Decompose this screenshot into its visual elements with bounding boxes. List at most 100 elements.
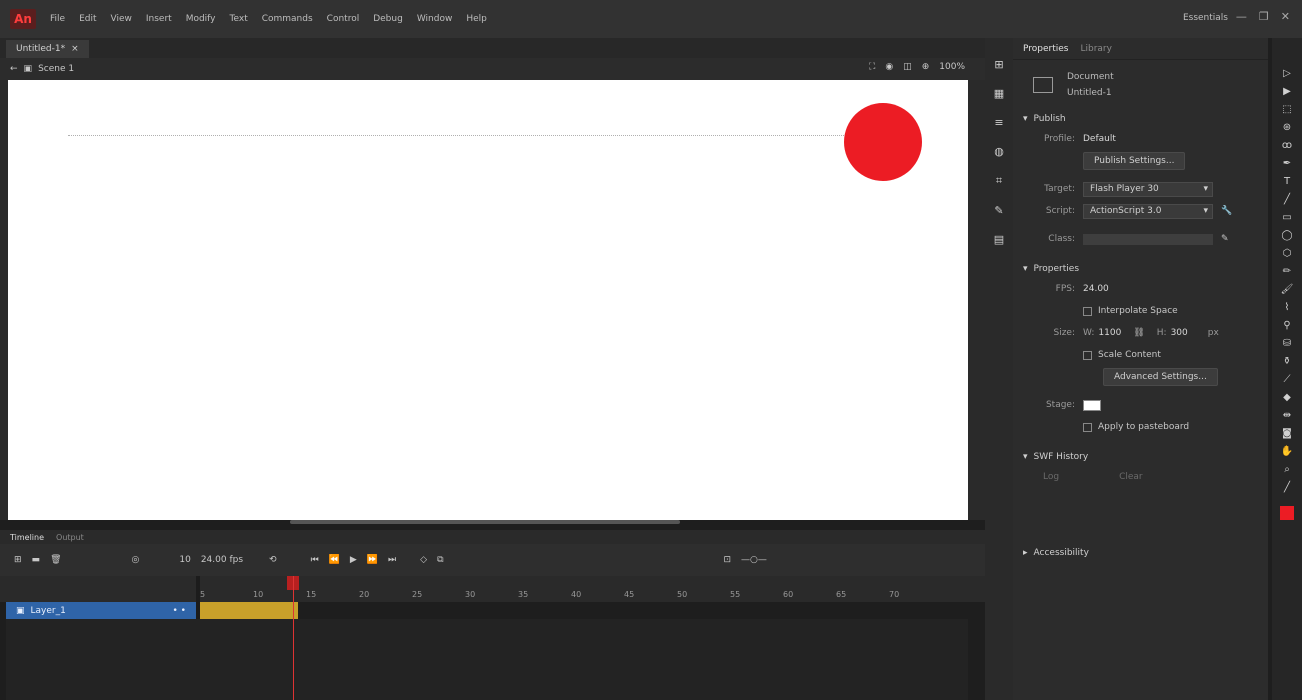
last-frame-icon[interactable]: ⏭: [388, 555, 396, 565]
tab-output[interactable]: Output: [56, 533, 84, 542]
frame-options-icon[interactable]: ⧉: [437, 555, 443, 565]
stage-color-swatch[interactable]: [1083, 399, 1101, 411]
width-tool-icon[interactable]: ⇹: [1283, 410, 1291, 421]
selection-tool-icon[interactable]: ▷: [1283, 68, 1291, 79]
menu-insert[interactable]: Insert: [146, 14, 172, 24]
frame-span[interactable]: [200, 602, 298, 619]
publish-settings-button[interactable]: Publish Settings...: [1083, 152, 1186, 170]
free-transform-icon[interactable]: ⬚: [1282, 104, 1291, 115]
components-icon[interactable]: ✎: [994, 204, 1003, 217]
fps-value[interactable]: 24.00: [1083, 284, 1109, 294]
ink-bottle-icon[interactable]: ⚱: [1283, 356, 1291, 367]
camera-tool-icon[interactable]: ◙: [1282, 428, 1292, 439]
timeline-ruler[interactable]: 5 10 15 20 25 30 35 40 45 50 55 60 65 70: [0, 576, 985, 602]
scene-breadcrumb[interactable]: ← ▣ Scene 1: [10, 64, 74, 74]
zoom-tool-icon[interactable]: ⌕: [1284, 464, 1290, 475]
first-frame-icon[interactable]: ⏮: [311, 555, 319, 565]
hand-tool-icon[interactable]: ✋: [1281, 446, 1293, 457]
fill-color-swatch[interactable]: [1280, 506, 1294, 520]
tab-timeline[interactable]: Timeline: [10, 533, 44, 542]
menu-window[interactable]: Window: [417, 14, 453, 24]
clip-stage-icon[interactable]: ◫: [903, 62, 912, 72]
layer-name[interactable]: Layer_1: [31, 606, 66, 616]
new-layer-icon[interactable]: ⊞: [14, 555, 22, 565]
bone-tool-icon[interactable]: ⚲: [1283, 320, 1290, 331]
class-input[interactable]: [1083, 233, 1213, 245]
document-tab[interactable]: Untitled-1* ×: [6, 40, 89, 58]
properties-section-header[interactable]: ▾ Properties: [1013, 260, 1268, 278]
pen-tool-icon[interactable]: ✒: [1283, 158, 1291, 169]
height-value[interactable]: 300: [1171, 328, 1188, 338]
back-arrow-icon[interactable]: ←: [10, 64, 18, 74]
stage-canvas[interactable]: [8, 80, 968, 520]
subselection-tool-icon[interactable]: ▶: [1283, 86, 1291, 97]
close-icon[interactable]: ✕: [1281, 10, 1290, 23]
delete-layer-icon[interactable]: 🗑: [50, 555, 61, 565]
red-ball-shape[interactable]: [844, 103, 922, 181]
menu-control[interactable]: Control: [327, 14, 360, 24]
close-tab-icon[interactable]: ×: [71, 44, 79, 54]
menu-edit[interactable]: Edit: [79, 14, 96, 24]
script-select[interactable]: ActionScript 3.0 ▾: [1083, 203, 1213, 219]
advanced-settings-button[interactable]: Advanced Settings...: [1103, 368, 1218, 386]
timeline-frames-area[interactable]: [6, 619, 968, 700]
tab-properties[interactable]: Properties: [1023, 44, 1068, 54]
camera-icon[interactable]: ◉: [885, 62, 893, 72]
edit-symbols-icon[interactable]: ⛶: [869, 62, 875, 72]
width-value[interactable]: 1100: [1098, 328, 1121, 338]
stroke-color-icon[interactable]: ╱: [1284, 482, 1290, 493]
center-frame-icon[interactable]: ⊡: [724, 555, 732, 565]
maximize-icon[interactable]: ❐: [1259, 10, 1269, 23]
zoom-slider-icon[interactable]: —○—: [741, 555, 767, 565]
new-folder-icon[interactable]: ▬: [32, 555, 41, 565]
oval-tool-icon[interactable]: ◯: [1281, 230, 1292, 241]
interpolate-checkbox[interactable]: [1083, 306, 1092, 316]
zoom-select[interactable]: 100%: [939, 62, 965, 72]
layer-visibility-icon[interactable]: • •: [173, 606, 186, 616]
menu-debug[interactable]: Debug: [373, 14, 403, 24]
assets-icon[interactable]: ▤: [994, 233, 1004, 246]
menu-text[interactable]: Text: [230, 14, 248, 24]
current-frame[interactable]: 10: [179, 555, 190, 565]
stage-horizontal-scrollbar[interactable]: [290, 520, 680, 524]
clear-button[interactable]: Clear: [1119, 472, 1143, 482]
text-tool-icon[interactable]: T: [1284, 176, 1290, 187]
pencil-tool-icon[interactable]: ✏: [1283, 266, 1291, 277]
onion-skin-icon[interactable]: ◎: [132, 555, 140, 565]
prev-frame-icon[interactable]: ⏪: [329, 555, 340, 565]
3d-rotation-icon[interactable]: ⊛: [1283, 122, 1291, 133]
apply-pasteboard-checkbox[interactable]: [1083, 422, 1092, 432]
rectangle-tool-icon[interactable]: ▭: [1282, 212, 1291, 223]
menu-modify[interactable]: Modify: [186, 14, 216, 24]
menu-file[interactable]: File: [50, 14, 65, 24]
wrench-icon[interactable]: 🔧: [1221, 206, 1232, 216]
pencil-icon[interactable]: ✎: [1221, 234, 1229, 244]
eyedropper-icon[interactable]: ⟋: [1284, 374, 1291, 385]
scale-content-checkbox[interactable]: [1083, 350, 1092, 360]
next-frame-icon[interactable]: ⏩: [367, 555, 378, 565]
polystar-tool-icon[interactable]: ⬡: [1283, 248, 1292, 259]
color-icon[interactable]: ▦: [994, 87, 1004, 100]
transform-icon[interactable]: ⌗: [996, 174, 1002, 188]
swatches-icon[interactable]: ◍: [994, 145, 1004, 158]
loop-icon[interactable]: ⟲: [269, 555, 277, 565]
center-stage-icon[interactable]: ⊕: [922, 62, 930, 72]
layer-row[interactable]: ▣ Layer_1 • •: [6, 602, 196, 619]
lasso-icon[interactable]: ꝏ: [1282, 140, 1292, 151]
target-select[interactable]: Flash Player 30 ▾: [1083, 181, 1213, 197]
menu-commands[interactable]: Commands: [262, 14, 313, 24]
fps-display[interactable]: 24.00 fps: [201, 555, 243, 565]
insert-keyframe-icon[interactable]: ◇: [420, 555, 427, 565]
line-tool-icon[interactable]: ╱: [1284, 194, 1290, 205]
paint-bucket-icon[interactable]: ⛁: [1283, 338, 1291, 349]
link-icon[interactable]: ⛓: [1133, 328, 1144, 338]
tab-library[interactable]: Library: [1080, 44, 1111, 54]
workspace-switcher[interactable]: Essentials: [1183, 13, 1228, 23]
minimize-icon[interactable]: —: [1236, 10, 1247, 23]
publish-section-header[interactable]: ▾ Publish: [1013, 110, 1268, 128]
paint-brush-icon[interactable]: 🖌: [1281, 284, 1294, 295]
info-icon[interactable]: ≡: [994, 116, 1003, 129]
play-icon[interactable]: ▶: [350, 555, 357, 565]
swf-history-header[interactable]: ▾ SWF History: [1013, 448, 1268, 466]
log-button[interactable]: Log: [1043, 472, 1059, 482]
